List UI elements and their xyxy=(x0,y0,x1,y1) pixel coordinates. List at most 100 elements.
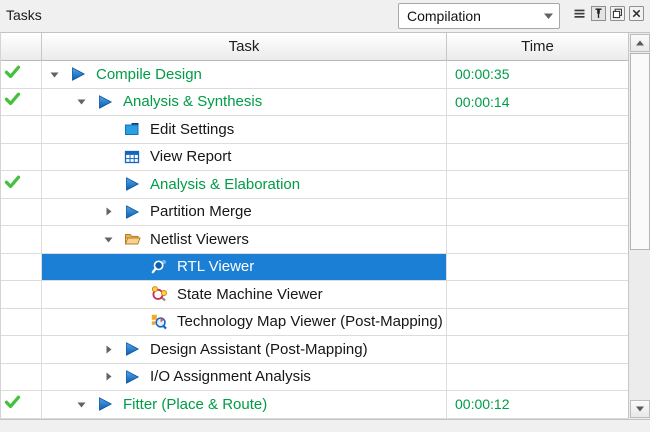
task-row[interactable]: Fitter (Place & Route) 00:00:12 xyxy=(1,391,650,419)
tree-indent xyxy=(42,266,123,267)
close-icon[interactable] xyxy=(628,5,644,21)
task-row[interactable]: I/O Assignment Analysis xyxy=(1,364,650,392)
column-header-status[interactable] xyxy=(1,33,42,61)
task-label: Fitter (Place & Route) xyxy=(123,396,267,413)
edit-settings-icon xyxy=(120,121,144,137)
time-cell xyxy=(447,144,629,171)
play-icon xyxy=(120,341,144,357)
task-row[interactable]: State Machine Viewer xyxy=(1,281,650,309)
task-row[interactable]: View Report xyxy=(1,144,650,172)
task-cell[interactable]: Fitter (Place & Route) xyxy=(42,391,447,418)
tree-indent xyxy=(42,294,123,295)
column-header-time[interactable]: Time xyxy=(447,33,629,61)
flow-selector-value: Compilation xyxy=(399,8,537,24)
task-label: I/O Assignment Analysis xyxy=(150,368,311,385)
status-cell xyxy=(1,89,42,116)
scroll-down-icon[interactable] xyxy=(630,400,650,418)
task-row[interactable]: Technology Map Viewer (Post-Mapping) xyxy=(1,309,650,337)
task-label: Partition Merge xyxy=(150,203,252,220)
expand-caret-icon[interactable] xyxy=(96,234,120,245)
task-label: View Report xyxy=(150,148,231,165)
task-cell[interactable]: Analysis & Synthesis xyxy=(42,89,447,116)
task-row[interactable]: Analysis & Elaboration xyxy=(1,171,650,199)
tree-indent xyxy=(42,376,96,377)
status-cell xyxy=(1,144,42,171)
time-cell xyxy=(447,199,629,226)
tree-indent xyxy=(42,156,96,157)
status-cell xyxy=(1,254,42,281)
task-label: Compile Design xyxy=(96,66,202,83)
tree-indent xyxy=(42,211,96,212)
play-icon xyxy=(93,396,117,412)
task-label: Design Assistant (Post-Mapping) xyxy=(150,341,368,358)
check-icon xyxy=(4,64,21,85)
check-icon xyxy=(4,91,21,112)
column-header-task[interactable]: Task xyxy=(42,33,447,61)
check-icon xyxy=(4,174,21,195)
chevron-down-icon xyxy=(537,12,559,20)
tree-indent xyxy=(42,321,123,322)
technology-map-viewer-icon xyxy=(147,314,171,330)
expand-caret-icon[interactable] xyxy=(69,96,93,107)
time-cell xyxy=(447,364,629,391)
task-cell[interactable]: Analysis & Elaboration xyxy=(42,171,447,198)
vertical-scrollbar[interactable] xyxy=(628,33,650,419)
task-cell[interactable]: Edit Settings xyxy=(42,116,447,143)
task-cell[interactable]: Technology Map Viewer (Post-Mapping) xyxy=(42,309,447,336)
play-icon xyxy=(120,176,144,192)
expand-caret-icon[interactable] xyxy=(96,371,120,382)
status-cell xyxy=(1,116,42,143)
task-cell[interactable]: View Report xyxy=(42,144,447,171)
expand-caret-icon[interactable] xyxy=(96,206,120,217)
play-icon xyxy=(93,94,117,110)
task-label: Netlist Viewers xyxy=(150,231,249,248)
time-cell xyxy=(447,336,629,363)
task-cell[interactable]: Design Assistant (Post-Mapping) xyxy=(42,336,447,363)
flow-selector[interactable]: Compilation xyxy=(398,3,560,29)
task-cell[interactable]: Netlist Viewers xyxy=(42,226,447,253)
task-label: State Machine Viewer xyxy=(177,286,323,303)
task-cell[interactable]: Partition Merge xyxy=(42,199,447,226)
tree-indent xyxy=(42,184,96,185)
menu-icon[interactable] xyxy=(571,5,587,21)
task-cell[interactable]: RTL Viewer xyxy=(42,254,447,281)
task-row[interactable]: Analysis & Synthesis00:00:14 xyxy=(1,89,650,117)
expand-caret-icon[interactable] xyxy=(96,344,120,355)
expand-caret-icon[interactable] xyxy=(69,399,93,410)
status-cell xyxy=(1,226,42,253)
time-cell xyxy=(447,171,629,198)
task-row[interactable]: Partition Merge xyxy=(1,199,650,227)
task-row[interactable]: Compile Design 00:00:35 xyxy=(1,61,650,89)
task-label: RTL Viewer xyxy=(177,258,254,275)
expand-caret-icon[interactable] xyxy=(42,69,66,80)
task-cell[interactable]: Compile Design xyxy=(42,61,447,88)
tasks-table: Task Time Compile Design00:00:35Analysis… xyxy=(0,32,650,420)
status-cell xyxy=(1,171,42,198)
task-row[interactable]: Netlist Viewers xyxy=(1,226,650,254)
time-cell: 00:00:35 xyxy=(447,61,629,88)
task-cell[interactable]: I/O Assignment Analysis xyxy=(42,364,447,391)
time-cell: 00:00:12 xyxy=(447,391,629,418)
state-machine-viewer-icon xyxy=(147,286,171,302)
rtl-viewer-icon xyxy=(147,259,171,275)
task-row[interactable]: RTL Viewer xyxy=(1,254,650,282)
check-icon xyxy=(4,394,21,415)
scroll-up-icon[interactable] xyxy=(630,34,650,52)
tree-indent xyxy=(42,239,96,240)
table-header: Task Time xyxy=(1,33,650,61)
folder-icon xyxy=(120,231,144,247)
task-row[interactable]: Edit Settings xyxy=(1,116,650,144)
tree-indent xyxy=(42,129,96,130)
task-label: Technology Map Viewer (Post-Mapping) xyxy=(177,313,443,330)
play-icon xyxy=(120,369,144,385)
task-cell[interactable]: State Machine Viewer xyxy=(42,281,447,308)
time-cell xyxy=(447,309,629,336)
float-window-icon[interactable] xyxy=(609,5,625,21)
status-cell xyxy=(1,199,42,226)
task-label: Edit Settings xyxy=(150,121,234,138)
play-icon xyxy=(66,66,90,82)
time-cell xyxy=(447,226,629,253)
task-row[interactable]: Design Assistant (Post-Mapping) xyxy=(1,336,650,364)
scrollbar-thumb[interactable] xyxy=(630,53,650,250)
pin-icon[interactable] xyxy=(590,5,606,21)
